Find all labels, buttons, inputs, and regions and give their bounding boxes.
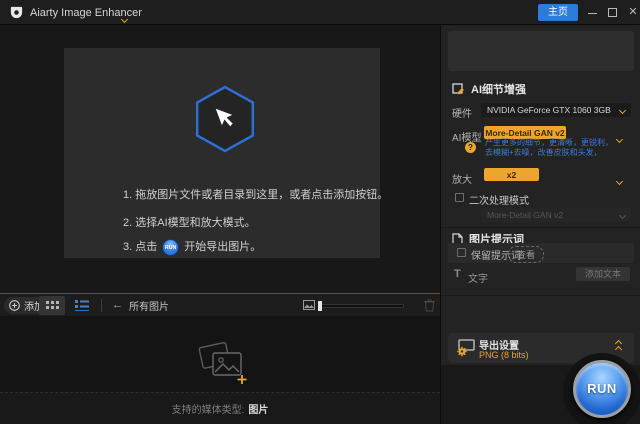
app-logo-icon [9,5,24,20]
instruction-step-2: 2. 选择AI模型和放大模式。 [123,214,256,230]
collapse-chevron-up-icon[interactable] [616,341,621,352]
list-view-icon [75,300,89,311]
trash-icon[interactable] [424,299,435,312]
ai-enhance-section-title: AI细节增强 [471,81,526,97]
instruction-step-3-suffix: 开始导出图片。 [184,241,261,253]
section-divider-2 [441,295,640,296]
app-window: Aiarty Image Enhancer 主页 ✕ 1. 拖放图片文件或者目录… [0,0,640,424]
keep-prompt-checkbox[interactable] [457,248,466,257]
hardware-select[interactable]: NVIDIA GeForce GTX 1060 3GB [481,103,631,117]
section-divider [441,227,640,228]
back-arrow-icon: ← [112,300,123,311]
ai-enhance-icon [452,83,465,96]
bottom-toolbar: 添加 ← 所有图片 [0,293,440,316]
add-text-button[interactable]: 添加文本 [576,267,630,281]
export-format-value: PNG (8 bits) [479,350,529,360]
list-view-button[interactable] [69,296,95,315]
toolbar-separator [101,299,102,312]
instruction-step-1: 1. 拖放图片文件或者目录到这里，或者点击添加按钮。 [123,186,388,202]
home-button[interactable]: 主页 [538,4,578,21]
ai-enhance-section-header: AI细节增强 [452,81,526,97]
secondary-mode-label: 二次处理模式 [469,192,529,207]
all-images-label: 所有图片 [129,298,169,313]
grid-view-button[interactable] [39,296,65,315]
settings-sidebar: AI细节增强 硬件 NVIDIA GeForce GTX 1060 3GB AI… [440,25,640,424]
instruction-step-3: 3. 点击 RUN 开始导出图片。 [123,238,261,256]
secondary-mode-checkbox[interactable] [455,193,464,202]
hardware-value: NVIDIA GeForce GTX 1060 3GB [487,105,620,115]
instruction-step-3-prefix: 3. 点击 [123,241,157,253]
run-button[interactable]: RUN [573,360,631,418]
maximize-icon [608,8,617,17]
supported-media-value: 图片 [248,405,268,416]
drop-hexagon-icon [194,84,256,159]
help-icon[interactable]: ? [465,142,476,153]
model-description: 产生更多的细节，更清晰，更锐利， 去模糊+去噪，改善皮肤和头发， [485,138,613,157]
preview-panel [448,31,634,71]
text-label: 文字 [468,270,488,285]
close-button[interactable]: ✕ [624,0,640,25]
thumbnail-size-icon [303,300,315,310]
minimize-button[interactable] [584,0,602,25]
title-bar: Aiarty Image Enhancer 主页 ✕ [0,0,640,25]
model-chevron-down-icon[interactable] [617,129,622,147]
secondary-model-select[interactable]: More-Detail GAN v2 [481,208,631,222]
thumbnail-size-slider[interactable] [319,304,404,308]
run-zone: RUN [441,365,640,424]
all-images-button[interactable]: ← 所有图片 [112,298,169,313]
scale-select[interactable]: x2 [484,168,539,181]
export-settings-icon [456,339,475,357]
image-drop-zone[interactable]: 1. 拖放图片文件或者目录到这里，或者点击添加按钮。 2. 选择AI模型和放大模… [64,48,380,258]
secondary-model-value: More-Detail GAN v2 [487,210,620,220]
scale-label: 放大 [452,171,472,186]
status-bar: 支持的媒体类型:图片 [0,392,440,424]
app-menu-chevron-down-icon[interactable] [122,9,127,27]
view-prompt-button[interactable]: 查看 [508,246,544,263]
keep-prompt-row: 保留提示词 查看 [448,243,634,263]
file-list-area[interactable] [0,316,440,392]
hardware-label: 硬件 [452,105,472,120]
model-description-line1: 产生更多的细节，更清晰，更锐利， [485,138,613,148]
maximize-button[interactable] [604,0,622,25]
thumbnail-size-slider-handle[interactable] [318,301,322,311]
grid-view-icon [46,301,59,310]
plus-circle-icon [9,300,20,311]
secondary-model-chevron-down-icon [619,211,626,218]
scale-chevron-down-icon[interactable] [617,171,622,189]
hardware-chevron-down-icon [619,106,626,113]
model-description-line2: 去模糊+去噪，改善皮肤和头发， [485,148,613,158]
minimize-icon [588,13,597,14]
run-badge-icon: RUN [162,239,179,256]
model-label: AI模型 [452,129,481,144]
add-images-placeholder-icon [196,340,250,388]
supported-media-label: 支持的媒体类型: [172,405,245,416]
text-icon: T [454,268,461,280]
